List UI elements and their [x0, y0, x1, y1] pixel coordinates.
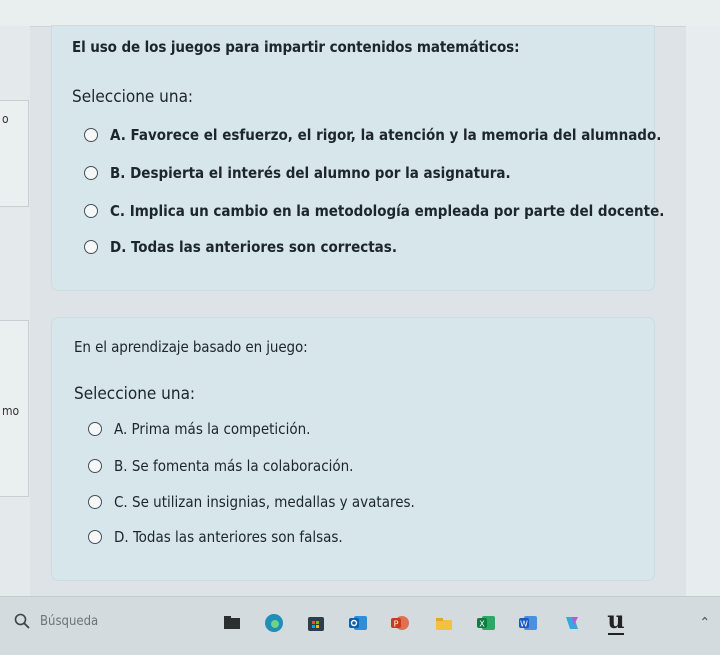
- option-d[interactable]: D. Todas las anteriores son falsas.: [88, 528, 343, 546]
- svg-text:X: X: [479, 620, 485, 629]
- radio-button[interactable]: [88, 495, 102, 509]
- question-text: El uso de los juegos para impartir conte…: [72, 38, 520, 56]
- option-c[interactable]: C. Se utilizan insignias, medallas y ava…: [88, 493, 415, 511]
- search-placeholder: Búsqueda: [40, 613, 99, 629]
- edge-icon[interactable]: [264, 613, 284, 633]
- select-one-label: Seleccione una:: [74, 384, 196, 404]
- radio-button[interactable]: [88, 422, 102, 436]
- option-b[interactable]: B. Se fomenta más la colaboración.: [88, 457, 353, 475]
- taskbar-search[interactable]: Búsqueda: [14, 613, 98, 629]
- radio-button[interactable]: [84, 204, 98, 218]
- excel-icon[interactable]: X: [476, 613, 496, 633]
- option-label: D. Todas las anteriores son correctas.: [110, 238, 397, 256]
- file-explorer-icon[interactable]: [222, 613, 242, 633]
- files-icon[interactable]: [434, 613, 454, 633]
- top-bar: [0, 0, 720, 27]
- option-label: C. Implica un cambio en la metodología e…: [110, 202, 665, 220]
- option-c[interactable]: C. Implica un cambio en la metodología e…: [84, 202, 664, 220]
- edge-text-bottom: mo: [2, 404, 20, 418]
- option-label: B. Se fomenta más la colaboración.: [114, 457, 354, 475]
- powerpoint-icon[interactable]: P: [390, 613, 410, 633]
- svg-text:P: P: [394, 620, 399, 629]
- radio-button[interactable]: [84, 166, 98, 180]
- option-label: A. Favorece el esfuerzo, el rigor, la at…: [110, 126, 662, 144]
- radio-button[interactable]: [88, 530, 102, 544]
- question-text: En el aprendizaje basado en juego:: [74, 338, 308, 356]
- radio-button[interactable]: [88, 459, 102, 473]
- copilot-icon[interactable]: [562, 613, 582, 633]
- right-panel: [686, 26, 720, 596]
- option-b[interactable]: B. Despierta el interés del alumno por l…: [84, 164, 511, 182]
- question-card-2: En el aprendizaje basado en juego: Selec…: [52, 318, 654, 580]
- u-app-letter: u: [607, 605, 625, 634]
- store-icon[interactable]: [306, 613, 326, 633]
- option-label: B. Despierta el interés del alumno por l…: [110, 164, 511, 182]
- chevron-up-icon[interactable]: ⌃: [699, 615, 710, 631]
- option-label: A. Prima más la competición.: [114, 420, 311, 438]
- option-label: C. Se utilizan insignias, medallas y ava…: [114, 493, 415, 511]
- svg-text:W: W: [520, 620, 528, 629]
- question-card-1: El uso de los juegos para impartir conte…: [52, 26, 664, 290]
- radio-button[interactable]: [84, 240, 98, 254]
- option-a[interactable]: A. Favorece el esfuerzo, el rigor, la at…: [84, 126, 661, 144]
- select-one-label: Seleccione una:: [72, 87, 194, 107]
- outlook-icon[interactable]: [348, 613, 368, 633]
- word-icon[interactable]: W: [518, 613, 538, 633]
- taskbar: Búsqueda P X W u ⌃: [0, 596, 720, 655]
- edge-text-top: o: [2, 112, 9, 126]
- radio-button[interactable]: [84, 128, 98, 142]
- option-a[interactable]: A. Prima más la competición.: [88, 420, 310, 438]
- search-icon: [14, 613, 30, 629]
- option-d[interactable]: D. Todas las anteriores son correctas.: [84, 238, 397, 256]
- u-app-icon[interactable]: u: [604, 605, 628, 635]
- option-label: D. Todas las anteriores son falsas.: [114, 528, 343, 546]
